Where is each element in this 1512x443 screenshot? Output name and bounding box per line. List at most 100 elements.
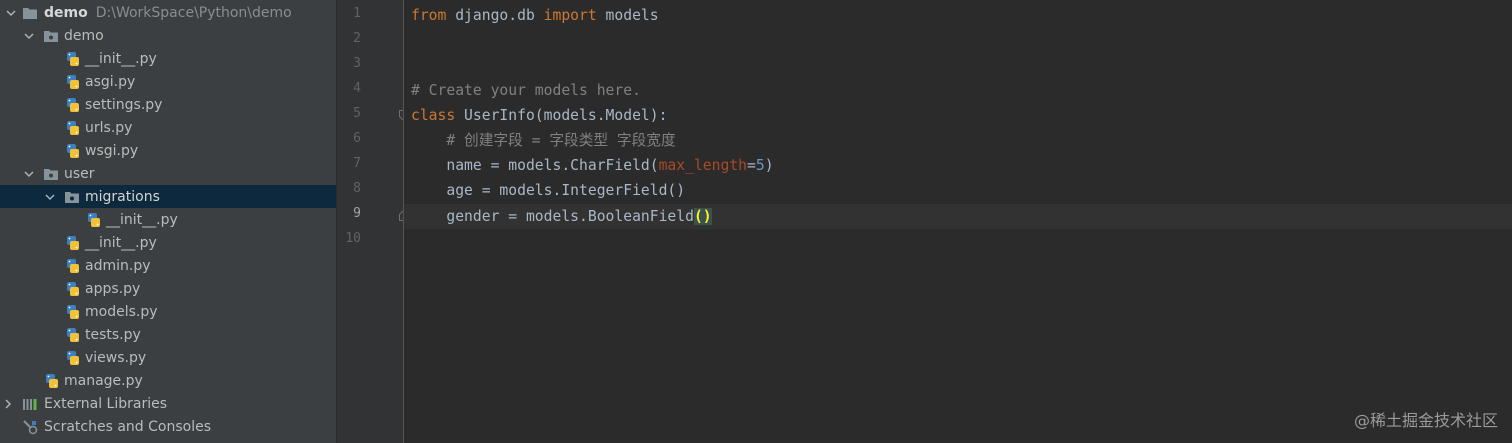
parameter-name: max_length [658,157,748,174]
tree-root-label: demo D:\WorkSpace\Python\demo [44,4,292,21]
keyword: from [411,7,447,24]
code-line-9[interactable]: gender = models.BooleanField() [411,204,712,229]
library-icon [22,396,38,412]
line-number: 3 [353,56,361,71]
tree-item-file[interactable]: __init__.py [0,231,336,254]
tree-item-label: manage.py [64,372,143,389]
tree-item-file[interactable]: admin.py [0,254,336,277]
tree-item-user-package[interactable]: user [0,162,336,185]
tree-item-label: demo [64,27,104,44]
matched-parentheses: () [693,208,712,225]
code-line-5[interactable]: class UserInfo(models.Model): [411,103,667,128]
tree-item-label: user [64,165,95,182]
code-editor[interactable]: from django.db import models # Create yo… [404,0,1512,443]
code-line-1[interactable]: from django.db import models [411,3,659,28]
tree-item-label: settings.py [85,96,163,113]
scratches-icon [22,419,38,435]
tree-item-file[interactable]: manage.py [0,369,336,392]
comment: # Create your models here. [411,82,641,99]
line-number: 1 [353,6,361,21]
python-file-icon [65,120,81,136]
comment: # 创建字段 = 字段类型 字段宽度 [411,132,676,149]
tree-item-label: Scratches and Consoles [44,418,211,435]
package-folder-icon [43,166,59,182]
python-file-icon [65,304,81,320]
tree-item-external-libraries[interactable]: External Libraries [0,392,336,415]
code-text: = [747,157,756,174]
code-line-6[interactable]: # 创建字段 = 字段类型 字段宽度 [411,128,676,153]
ide-window: demo D:\WorkSpace\Python\demo demo __init… [0,0,1512,443]
code-line-4[interactable]: # Create your models here. [411,78,641,103]
code-line-8[interactable]: age = models.IntegerField() [411,178,685,203]
python-file-icon [65,51,81,67]
code-text: django.db [446,7,544,24]
chevron-down-icon[interactable] [23,30,35,42]
tree-root-path: D:\WorkSpace\Python\demo [95,4,292,21]
code-line-7[interactable]: name = models.CharField(max_length=5) [411,153,773,178]
tree-item-label: tests.py [85,326,141,343]
tree-root-demo[interactable]: demo D:\WorkSpace\Python\demo [0,1,336,24]
tree-item-file[interactable]: asgi.py [0,70,336,93]
line-number: 2 [353,31,361,46]
line-number: 7 [353,156,361,171]
code-text: models [596,7,659,24]
project-tree: demo D:\WorkSpace\Python\demo demo __init… [0,0,336,443]
python-file-icon [44,373,60,389]
tree-item-label: migrations [85,188,160,205]
package-folder-icon [64,189,80,205]
chevron-right-icon[interactable] [2,398,14,410]
tree-item-label: asgi.py [85,73,136,90]
tree-item-label: models.py [85,303,158,320]
tree-item-label: apps.py [85,280,141,297]
keyword: class [411,107,456,124]
code-text: name = models.CharField( [411,157,659,174]
line-number: 8 [353,181,361,196]
number-literal: 5 [755,157,765,174]
python-file-icon [65,327,81,343]
tree-item-label: views.py [85,349,147,366]
keyword: import [543,7,597,24]
package-folder-icon [43,28,59,44]
line-number-current: 9 [353,206,361,221]
tree-item-file[interactable]: tests.py [0,323,336,346]
tree-item-label: External Libraries [44,395,167,412]
line-number: 5 [353,106,361,121]
python-file-icon [65,235,81,251]
line-number: 4 [353,81,361,96]
chevron-down-icon[interactable] [5,7,17,19]
code-text: gender = models.BooleanField [411,208,694,225]
tree-item-file[interactable]: models.py [0,300,336,323]
code-text: age = models.IntegerField() [411,182,686,199]
python-file-icon [65,143,81,159]
folder-icon [22,5,38,21]
tree-item-label: __init__.py [85,234,157,251]
line-number: 10 [345,231,361,246]
editor-gutter: 1 2 3 4 5 6 7 8 9 10 [336,0,408,443]
tree-item-label: admin.py [85,257,151,274]
tree-item-label: __init__.py [106,211,178,228]
python-file-icon [65,281,81,297]
tree-item-file[interactable]: urls.py [0,116,336,139]
tree-item-file[interactable]: apps.py [0,277,336,300]
python-file-icon [65,258,81,274]
tree-item-label: urls.py [85,119,133,136]
tree-item-label: __init__.py [85,50,157,67]
tree-item-scratches[interactable]: Scratches and Consoles [0,415,336,438]
line-number: 6 [353,131,361,146]
tree-item-migrations[interactable]: migrations [0,185,336,208]
chevron-down-icon[interactable] [23,168,35,180]
python-file-icon [65,97,81,113]
tree-item-file[interactable]: views.py [0,346,336,369]
python-file-icon [65,74,81,90]
tree-item-file[interactable]: wsgi.py [0,139,336,162]
python-file-icon [86,212,102,228]
tree-item-file[interactable]: __init__.py [0,47,336,70]
tree-item-file[interactable]: __init__.py [0,208,336,231]
tree-item-file[interactable]: settings.py [0,93,336,116]
tree-item-label: wsgi.py [85,142,139,159]
watermark: @稀土掘金技术社区 [1353,411,1498,430]
tree-item-demo-package[interactable]: demo [0,24,336,47]
chevron-down-icon[interactable] [44,191,56,203]
code-text: UserInfo(models.Model): [455,107,668,124]
python-file-icon [65,350,81,366]
